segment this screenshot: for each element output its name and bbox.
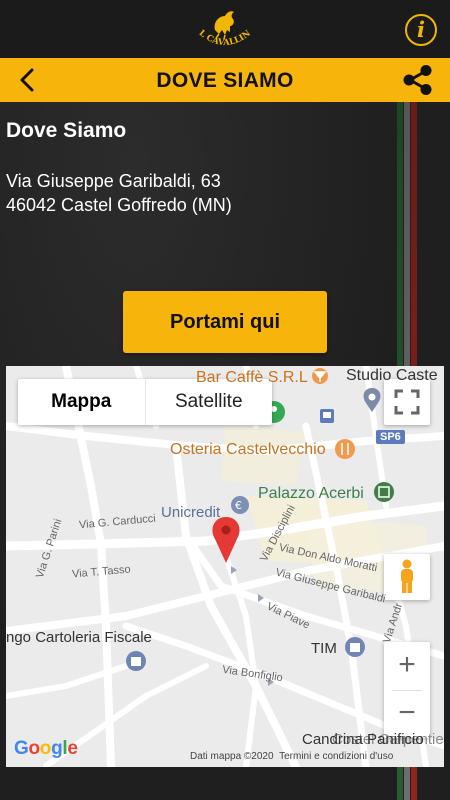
info-button[interactable]: i xyxy=(405,14,437,46)
zoom-in-button[interactable]: + xyxy=(384,642,430,690)
fullscreen-button[interactable] xyxy=(384,379,430,425)
road-badge-sp6: SP6 xyxy=(376,430,405,444)
poi-palazzo-acerbi[interactable]: Palazzo Acerbi xyxy=(258,485,364,503)
directions-button[interactable]: Portami qui xyxy=(123,291,327,353)
page-title: DOVE SIAMO xyxy=(156,69,294,92)
google-logo: Google xyxy=(14,738,78,759)
poi-cartoleria[interactable]: ngo Cartoleria Fiscale xyxy=(6,629,152,646)
poi-bar-caffe[interactable]: Bar Caffè S.R.L xyxy=(196,369,308,387)
street-view-button[interactable] xyxy=(384,554,430,600)
map-view[interactable]: € Mappa Satellite + − Bar Caffè S.R.L St… xyxy=(6,366,444,767)
top-bar: AL CAVALLINO i xyxy=(0,0,450,58)
zoom-control: + − xyxy=(384,642,430,738)
poi-candrina-panificio[interactable]: Candrina Panificio xyxy=(302,731,424,748)
address-street: Via Giuseppe Garibaldi, 63 xyxy=(6,171,221,191)
share-icon[interactable] xyxy=(399,63,435,97)
map-attribution[interactable]: Dati mappa ©2020 Termini e condizioni d'… xyxy=(190,751,393,762)
address-city: 46042 Castel Goffredo (MN) xyxy=(6,195,232,215)
poi-unicredit[interactable]: Unicredit xyxy=(161,504,220,521)
attribution-terms[interactable]: Termini e condizioni d'uso xyxy=(279,751,393,762)
attribution-data: Dati mappa ©2020 xyxy=(190,751,274,762)
nav-bar: DOVE SIAMO xyxy=(0,58,450,102)
map-type-mappa[interactable]: Mappa xyxy=(18,379,146,425)
logo: AL CAVALLINO xyxy=(189,4,253,48)
street-view-pegman-icon xyxy=(401,559,413,593)
section-heading: Dove Siamo xyxy=(6,119,127,142)
poi-osteria-castelvecchio[interactable]: Osteria Castelvecchio xyxy=(170,441,326,459)
app-screen: AL CAVALLINO i DOVE SIAMO Dove Siamo Via… xyxy=(0,0,450,800)
map-roads: € xyxy=(6,366,444,767)
svg-text:€: € xyxy=(235,499,242,512)
poi-tim[interactable]: TIM xyxy=(311,640,337,657)
fullscreen-icon xyxy=(394,389,420,415)
poi-studio[interactable]: Studio Caste xyxy=(346,367,438,385)
